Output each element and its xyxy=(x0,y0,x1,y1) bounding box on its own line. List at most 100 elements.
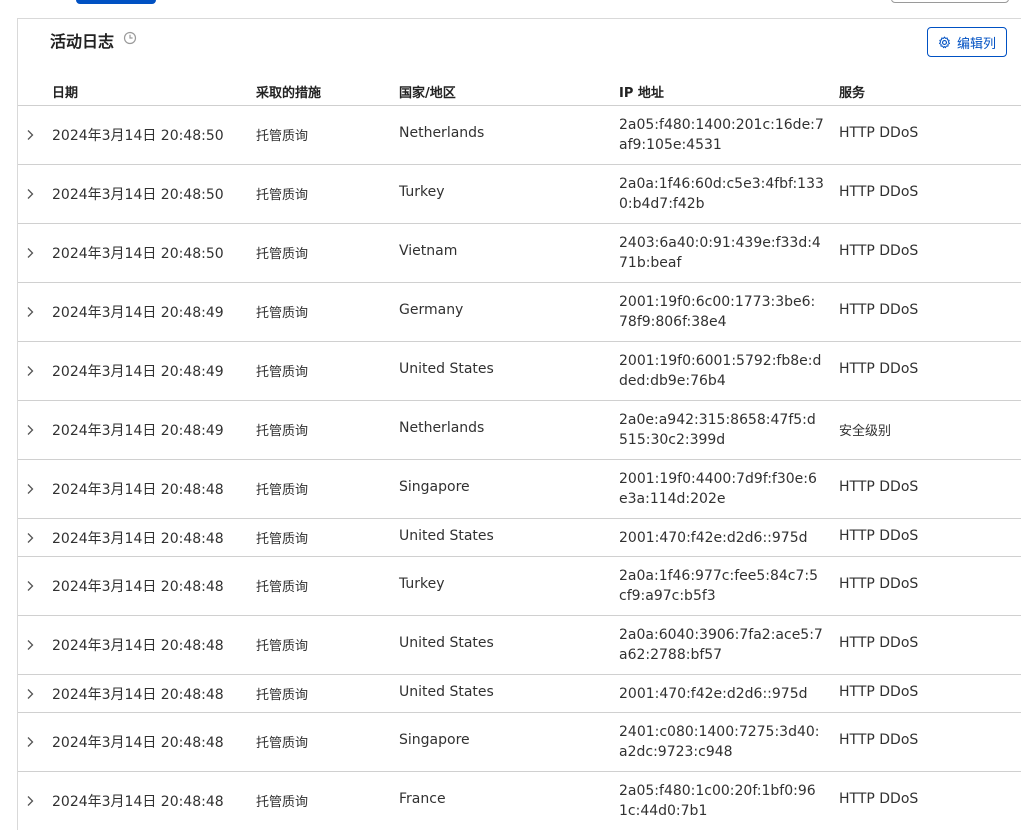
row-date: 2024年3月14日 20:48:50 xyxy=(52,187,224,203)
row-action: 托管质询 xyxy=(256,188,309,203)
row-service: HTTP DDoS xyxy=(839,528,919,544)
row-service: HTTP DDoS xyxy=(839,479,919,495)
gear-icon xyxy=(938,35,951,48)
chevron-right-icon[interactable] xyxy=(24,580,36,592)
row-service: HTTP DDoS xyxy=(839,184,919,200)
row-ip-address: 2a0a:6040:3906:7fa2:ace5:7a62:2788:bf57 xyxy=(619,627,823,663)
row-action: 托管质询 xyxy=(256,639,309,654)
table-row[interactable]: 2024年3月14日 20:48:49 托管质询 Netherlands 2a0e:a… xyxy=(18,401,1021,460)
row-country: Netherlands xyxy=(399,420,485,436)
row-ip-address: 2a05:f480:1400:201c:16de:7af9:105e:4531 xyxy=(619,117,824,153)
row-country: Netherlands xyxy=(399,125,485,141)
column-header-ip[interactable]: IP 地址 xyxy=(619,82,664,101)
chevron-right-icon[interactable] xyxy=(24,483,36,495)
row-date: 2024年3月14日 20:48:49 xyxy=(52,423,224,439)
edit-columns-label: 编辑列 xyxy=(956,36,996,52)
row-date: 2024年3月14日 20:48:49 xyxy=(52,305,224,321)
chevron-right-icon[interactable] xyxy=(24,247,36,259)
activity-log-card: 活动日志 编辑列 日期 采取的措施 国家/地区 IP 地址 服务 2024年3月… xyxy=(17,18,1021,830)
chevron-right-icon[interactable] xyxy=(24,688,36,700)
chevron-right-icon[interactable] xyxy=(24,365,36,377)
row-action: 托管质询 xyxy=(256,424,309,439)
table-row[interactable]: 2024年3月14日 20:48:50 托管质询 Netherlands 2a05:f… xyxy=(18,106,1021,165)
row-country: Turkey xyxy=(399,576,445,592)
chevron-right-icon[interactable] xyxy=(24,188,36,200)
row-action: 托管质询 xyxy=(256,483,309,498)
row-date: 2024年3月14日 20:48:49 xyxy=(52,364,224,380)
table-row[interactable]: 2024年3月14日 20:48:48 托管质询 United States 2a0a… xyxy=(18,616,1021,675)
card-header: 活动日志 编辑列 xyxy=(18,19,1021,83)
row-service: HTTP DDoS xyxy=(839,791,919,807)
row-service: HTTP DDoS xyxy=(839,125,919,141)
row-country: Vietnam xyxy=(399,243,458,259)
column-header-country[interactable]: 国家/地区 xyxy=(399,82,456,101)
table-row[interactable]: 2024年3月14日 20:48:48 托管质询 Singapore 2001:19f… xyxy=(18,460,1021,519)
row-ip-address: 2001:470:f42e:d2d6::975d xyxy=(619,530,808,546)
table-row[interactable]: 2024年3月14日 20:48:49 托管质询 United States 2001… xyxy=(18,342,1021,401)
chevron-right-icon[interactable] xyxy=(24,306,36,318)
row-action: 托管质询 xyxy=(256,580,309,595)
edit-columns-button[interactable]: 编辑列 xyxy=(927,27,1007,57)
row-ip-address: 2401:c080:1400:7275:3d40:a2dc:9723:c948 xyxy=(619,724,820,760)
table-row[interactable]: 2024年3月14日 20:48:48 托管质询 Singapore 2401:c08… xyxy=(18,713,1021,772)
row-service: HTTP DDoS xyxy=(839,684,919,700)
row-date: 2024年3月14日 20:48:50 xyxy=(52,246,224,262)
table-row[interactable]: 2024年3月14日 20:48:48 托管质询 Turkey 2a0a:1f46:9… xyxy=(18,557,1021,616)
row-ip-address: 2a05:f480:1c00:20f:1bf0:961c:44d0:7b1 xyxy=(619,783,816,819)
row-country: United States xyxy=(399,528,494,544)
chevron-right-icon[interactable] xyxy=(24,129,36,141)
row-service: HTTP DDoS xyxy=(839,635,919,651)
row-action: 托管质询 xyxy=(256,736,309,751)
column-header-action[interactable]: 采取的措施 xyxy=(256,82,321,101)
row-service: HTTP DDoS xyxy=(839,576,919,592)
chevron-right-icon[interactable] xyxy=(24,639,36,651)
chevron-right-icon[interactable] xyxy=(24,736,36,748)
row-date: 2024年3月14日 20:48:48 xyxy=(52,687,224,703)
row-date: 2024年3月14日 20:48:48 xyxy=(52,531,224,547)
row-ip-address: 2403:6a40:0:91:439e:f33d:471b:beaf xyxy=(619,235,821,271)
row-service: HTTP DDoS xyxy=(839,732,919,748)
chevron-right-icon[interactable] xyxy=(24,532,36,544)
table-row[interactable]: 2024年3月14日 20:48:48 托管质询 United States 2001… xyxy=(18,675,1021,713)
previous-secondary-button[interactable] xyxy=(891,0,1009,3)
chevron-right-icon[interactable] xyxy=(24,795,36,807)
row-ip-address: 2001:19f0:6001:5792:fb8e:dded:db9e:76b4 xyxy=(619,353,822,389)
row-country: United States xyxy=(399,684,494,700)
row-ip-address: 2a0e:a942:315:8658:47f5:d515:30c2:399d xyxy=(619,412,816,448)
row-country: Turkey xyxy=(399,184,445,200)
table-row[interactable]: 2024年3月14日 20:48:48 托管质询 France 2a05:f480:1… xyxy=(18,772,1021,830)
row-date: 2024年3月14日 20:48:50 xyxy=(52,128,224,144)
row-action: 托管质询 xyxy=(256,795,309,810)
row-ip-address: 2001:19f0:4400:7d9f:f30e:6e3a:114d:202e xyxy=(619,471,817,507)
clock-icon xyxy=(123,31,137,45)
row-country: United States xyxy=(399,361,494,377)
row-ip-address: 2a0a:1f46:977c:fee5:84c7:5cf9:a97c:b5f3 xyxy=(619,568,819,604)
row-date: 2024年3月14日 20:48:48 xyxy=(52,482,224,498)
column-header-service[interactable]: 服务 xyxy=(839,82,865,101)
page: 活动日志 编辑列 日期 采取的措施 国家/地区 IP 地址 服务 2024年3月… xyxy=(0,0,1021,830)
previous-card-edge xyxy=(0,0,1021,18)
column-header-date[interactable]: 日期 xyxy=(52,82,78,101)
row-service: 安全级别 xyxy=(839,424,892,439)
table-row[interactable]: 2024年3月14日 20:48:48 托管质询 United States 2001… xyxy=(18,519,1021,557)
table-row[interactable]: 2024年3月14日 20:48:49 托管质询 Germany 2001:19f0:… xyxy=(18,283,1021,342)
previous-primary-button[interactable] xyxy=(76,0,156,4)
row-ip-address: 2001:19f0:6c00:1773:3be6:78f9:806f:38e4 xyxy=(619,294,816,330)
row-action: 托管质询 xyxy=(256,247,309,262)
chevron-right-icon[interactable] xyxy=(24,424,36,436)
row-date: 2024年3月14日 20:48:48 xyxy=(52,579,224,595)
row-country: Singapore xyxy=(399,732,470,748)
row-country: France xyxy=(399,791,446,807)
row-date: 2024年3月14日 20:48:48 xyxy=(52,794,224,810)
row-country: Singapore xyxy=(399,479,470,495)
row-action: 托管质询 xyxy=(256,532,309,547)
row-service: HTTP DDoS xyxy=(839,302,919,318)
card-title: 活动日志 xyxy=(50,32,115,51)
row-date: 2024年3月14日 20:48:48 xyxy=(52,638,224,654)
row-country: United States xyxy=(399,635,494,651)
table-row[interactable]: 2024年3月14日 20:48:50 托管质询 Vietnam 2403:6a40:… xyxy=(18,224,1021,283)
row-date: 2024年3月14日 20:48:48 xyxy=(52,735,224,751)
table-row[interactable]: 2024年3月14日 20:48:50 托管质询 Turkey 2a0a:1f46:6… xyxy=(18,165,1021,224)
table-header: 日期 采取的措施 国家/地区 IP 地址 服务 xyxy=(18,80,1021,106)
row-action: 托管质询 xyxy=(256,688,309,703)
